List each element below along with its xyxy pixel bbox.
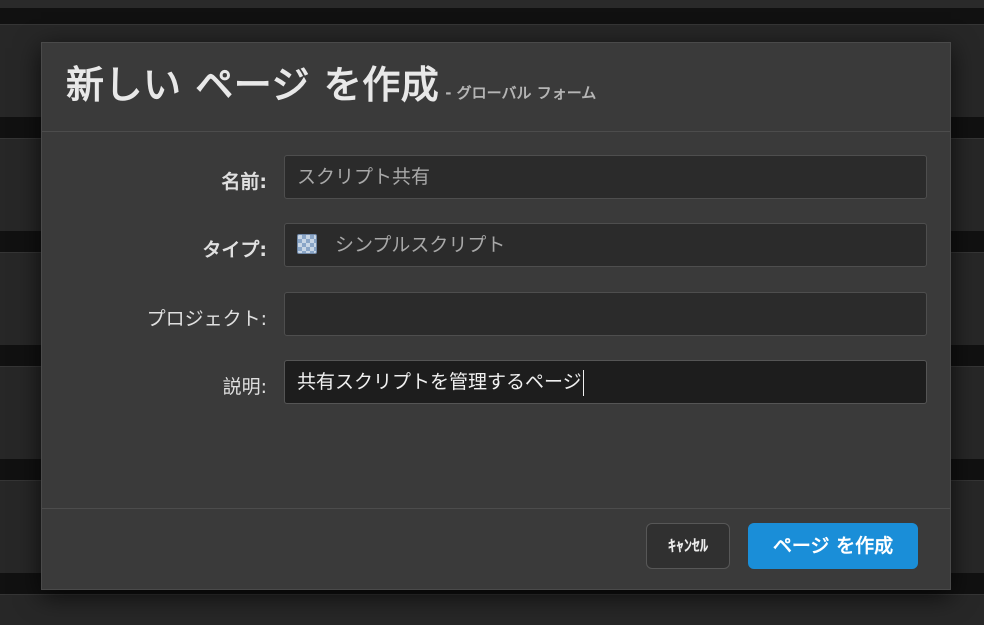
cancel-button[interactable]: ｷｬﾝｾﾙ: [646, 523, 730, 569]
create-page-button[interactable]: ページ を作成: [748, 523, 918, 569]
description-row: 説明: 共有スクリプトを管理するページ: [42, 360, 950, 406]
text-caret: [582, 369, 584, 396]
name-placeholder: スクリプト共有: [297, 166, 431, 188]
dialog-footer: ｷｬﾝｾﾙ ページ を作成: [42, 508, 950, 589]
type-label: タイプ:: [202, 239, 267, 261]
description-field[interactable]: 共有スクリプトを管理するページ: [284, 360, 927, 404]
type-select[interactable]: シンプルスクリプト: [284, 223, 927, 267]
script-icon: [297, 234, 317, 254]
type-value: シンプルスクリプト: [335, 234, 506, 256]
dialog-title: 新しい ページ を作成: [66, 63, 440, 107]
project-field[interactable]: [284, 292, 927, 336]
dialog-header: 新しい ページ を作成 - グローバル フォーム: [42, 43, 950, 132]
project-row: プロジェクト:: [42, 292, 950, 338]
project-label: プロジェクト:: [146, 308, 267, 330]
description-label: 説明:: [222, 376, 267, 398]
background-row: [0, 594, 984, 625]
dialog-subtitle: - グローバル フォーム: [445, 84, 597, 102]
background-top-bar: [0, 0, 984, 8]
type-row: タイプ: シンプルスクリプト: [42, 223, 950, 269]
new-page-dialog: 新しい ページ を作成 - グローバル フォーム 名前: スクリプト共有 タイプ…: [41, 42, 951, 590]
name-row: 名前: スクリプト共有: [42, 155, 950, 201]
description-value: 共有スクリプトを管理するページ: [297, 371, 582, 393]
name-label: 名前:: [221, 171, 267, 193]
name-field[interactable]: スクリプト共有: [284, 155, 927, 199]
